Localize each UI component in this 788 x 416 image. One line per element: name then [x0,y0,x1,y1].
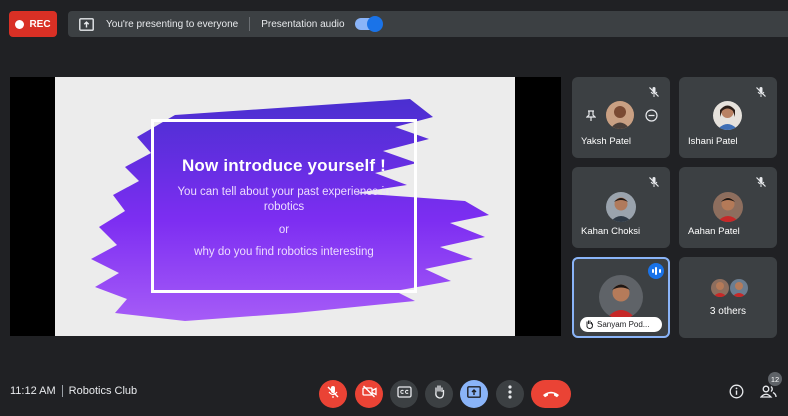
participant-name: Aahan Patel [688,226,740,237]
participant-tile-others[interactable]: 3 others [679,257,777,338]
presenting-text: You're presenting to everyone [106,18,239,30]
captions-icon [396,385,412,403]
participant-name-chip: Sanyam Pod... [580,317,662,332]
end-call-icon [542,385,560,403]
slide-content: Now introduce yourself ! You can tell ab… [151,119,417,260]
avatar [599,275,643,319]
participant-name: Sanyam Pod... [597,320,650,329]
pin-icon[interactable] [585,109,597,127]
others-count-label: 3 others [709,306,747,317]
hand-icon [433,384,446,404]
remove-icon[interactable] [645,109,658,127]
avatar [713,192,743,222]
participant-tile-kahan[interactable]: Kahan Choksi [572,167,670,248]
slide-line-2: robotics [263,201,305,213]
mic-off-icon [648,85,660,97]
avatar [730,279,748,297]
more-options-button[interactable] [496,380,524,408]
participant-count-badge: 12 [768,372,782,386]
record-dot-icon [15,19,25,29]
participant-tile-ishani[interactable]: Ishani Patel [679,77,777,158]
mic-off-icon [326,385,340,404]
meeting-info: 11:12 AM Robotics Club [10,385,137,397]
slide-line-4: why do you find robotics interesting [194,246,374,258]
avatar [606,101,634,129]
presenting-bar: You're presenting to everyone Presentati… [68,11,788,37]
meeting-name: Robotics Club [68,385,138,397]
meeting-time: 11:12 AM [10,385,56,397]
info-icon [729,384,744,404]
participant-tile-sanyam[interactable]: Sanyam Pod... [572,257,670,338]
top-bar: REC You're presenting to everyone Presen… [0,0,788,48]
participant-name: Kahan Choksi [581,226,641,237]
more-icon [508,384,512,404]
camera-toggle-button[interactable] [355,380,383,408]
presentation-audio-label: Presentation audio [261,18,345,30]
avatar [606,192,636,222]
slide-line-1: You can tell about your past experience … [177,186,391,198]
recording-badge[interactable]: REC [9,11,57,37]
participant-tile-aahan[interactable]: Aahan Patel [679,167,777,248]
camera-off-icon [361,385,377,403]
participant-name: Ishani Patel [688,136,738,147]
mic-off-icon [755,85,767,97]
meeting-details-button[interactable] [722,380,750,408]
toggle-knob [366,16,383,32]
people-icon [759,385,777,403]
presentation-audio-toggle[interactable] [354,16,383,32]
rec-label: REC [29,18,51,30]
speaking-indicator-icon [648,263,664,279]
raise-hand-button[interactable] [425,380,453,408]
mic-off-icon [755,175,767,187]
slide-line-3: or [278,224,290,236]
avatar [711,279,729,297]
avatar [713,101,742,130]
participant-name: Yaksh Patel [581,136,631,147]
presentation-stage[interactable]: Now introduce yourself ! You can tell ab… [10,77,561,336]
hand-icon [585,319,594,331]
captions-button[interactable] [390,380,418,408]
presentation-slide: Now introduce yourself ! You can tell ab… [55,77,515,336]
end-call-button[interactable] [531,380,571,408]
divider [249,17,251,31]
present-screen-icon [79,17,94,31]
bottom-bar: 11:12 AM Robotics Club [0,370,788,416]
slide-title: Now introduce yourself ! [181,156,387,175]
present-icon [467,385,481,403]
mic-toggle-button[interactable] [319,380,347,408]
participant-tile-yaksh[interactable]: Yaksh Patel [572,77,670,158]
present-button[interactable] [460,380,488,408]
divider [61,385,63,397]
mic-off-icon [648,175,660,187]
